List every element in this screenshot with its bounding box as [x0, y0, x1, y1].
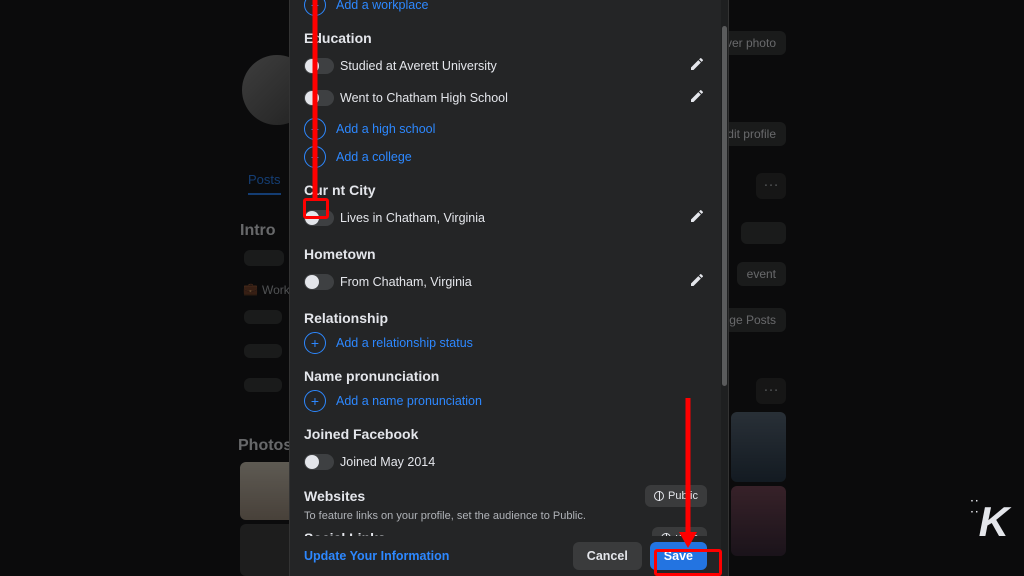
add-name-pronunciation-row[interactable]: + Add a name pronunciation: [304, 390, 707, 412]
websites-subtext: To feature links on your profile, set th…: [304, 510, 707, 522]
intro-placeholder: [244, 250, 284, 266]
photos-heading: Photos: [238, 437, 292, 455]
education-heading: Education: [304, 30, 707, 46]
add-highschool-row[interactable]: + Add a high school: [304, 118, 707, 140]
modal-footer: Update Your Information Cancel Save: [290, 536, 721, 576]
life-event-button[interactable]: event: [737, 262, 786, 286]
work-icon: 💼: [243, 282, 258, 296]
tab-posts[interactable]: Posts: [248, 172, 281, 195]
education-university-row: Studied at Averett University: [304, 52, 707, 80]
watermark-logo: ∙∙∙∙K: [979, 498, 1006, 546]
pencil-icon[interactable]: [689, 88, 707, 106]
add-highschool-label: Add a high school: [336, 122, 435, 136]
more-button[interactable]: …: [756, 173, 786, 199]
modal-scroll-area: + Add a workplace Education Studied at A…: [290, 0, 721, 576]
intro-placeholder-3: [244, 344, 282, 358]
globe-icon: [654, 491, 664, 501]
plus-icon: +: [304, 390, 326, 412]
intro-heading: Intro: [240, 222, 276, 240]
websites-audience-label: Public: [668, 490, 698, 502]
websites-audience-button[interactable]: Public: [645, 485, 707, 507]
pencil-icon[interactable]: [689, 272, 707, 290]
more-button-2[interactable]: …: [756, 378, 786, 404]
joined-facebook-row: Joined May 2014: [304, 448, 707, 476]
current-city-text: Lives in Chatham, Virginia: [340, 211, 485, 225]
visibility-toggle[interactable]: [304, 210, 334, 226]
bg-button[interactable]: [741, 222, 786, 244]
add-workplace-row[interactable]: + Add a workplace: [304, 0, 707, 16]
add-college-label: Add a college: [336, 150, 412, 164]
relationship-heading: Relationship: [304, 310, 707, 326]
current-city-row: Lives in Chatham, Virginia: [304, 204, 707, 232]
scrollbar-track: [721, 0, 728, 576]
name-pronunciation-heading: Name pronunciation: [304, 368, 707, 384]
plus-icon: +: [304, 0, 326, 16]
joined-facebook-text: Joined May 2014: [340, 455, 435, 469]
education-highschool-row: Went to Chatham High School: [304, 84, 707, 112]
pencil-icon[interactable]: [689, 56, 707, 74]
edit-details-modal: + Add a workplace Education Studied at A…: [289, 0, 729, 576]
visibility-toggle[interactable]: [304, 90, 334, 106]
add-relationship-row[interactable]: + Add a relationship status: [304, 332, 707, 354]
plus-icon: +: [304, 118, 326, 140]
intro-placeholder-4: [244, 378, 282, 392]
current-city-heading: Cur nt City: [304, 182, 707, 198]
visibility-toggle[interactable]: [304, 274, 334, 290]
intro-placeholder-2: [244, 310, 282, 324]
scrollbar-thumb[interactable]: [722, 26, 727, 386]
add-workplace-label: Add a workplace: [336, 0, 428, 12]
visibility-toggle[interactable]: [304, 454, 334, 470]
save-button[interactable]: Save: [650, 542, 707, 570]
education-university-text: Studied at Averett University: [340, 59, 497, 73]
pencil-icon[interactable]: [689, 208, 707, 226]
plus-icon: +: [304, 332, 326, 354]
add-relationship-label: Add a relationship status: [336, 336, 473, 350]
education-highschool-text: Went to Chatham High School: [340, 91, 508, 105]
plus-icon: +: [304, 146, 326, 168]
feed-photo[interactable]: [731, 486, 786, 556]
add-name-pronunciation-label: Add a name pronunciation: [336, 394, 482, 408]
hometown-row: From Chatham, Virginia: [304, 268, 707, 296]
hometown-heading: Hometown: [304, 246, 707, 262]
visibility-toggle[interactable]: [304, 58, 334, 74]
cancel-button[interactable]: Cancel: [573, 542, 642, 570]
update-your-information-link[interactable]: Update Your Information: [304, 549, 449, 563]
add-college-row[interactable]: + Add a college: [304, 146, 707, 168]
manage-posts-button[interactable]: ge Posts: [719, 308, 786, 332]
hometown-text: From Chatham, Virginia: [340, 275, 472, 289]
feed-photo[interactable]: [731, 412, 786, 482]
joined-facebook-heading: Joined Facebook: [304, 426, 707, 442]
